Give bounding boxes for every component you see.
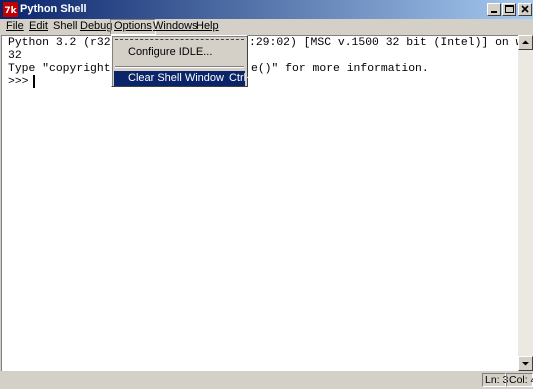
menu-shell[interactable]: Shell — [50, 19, 80, 35]
console-banner-line: Python 3.2 (r32: — [8, 37, 118, 49]
menu-bar: File Edit Shell Debug Options Windows He… — [0, 19, 533, 35]
menu-help-label: Help — [196, 20, 219, 32]
menu-separator — [115, 66, 244, 68]
console-prompt: >>> — [8, 76, 36, 88]
scroll-up-button[interactable] — [518, 35, 533, 50]
close-button[interactable] — [518, 3, 532, 16]
menu-file-label: File — [6, 20, 24, 32]
status-line-number: Ln: 3 — [482, 373, 508, 387]
vertical-scrollbar[interactable] — [518, 35, 533, 371]
clear-shell-label: Clear Shell Window — [128, 72, 224, 84]
maximize-icon — [505, 5, 514, 13]
title-bar[interactable]: 7k Python Shell — [0, 0, 533, 19]
console-help-line: Type "copyright" — [8, 63, 118, 75]
status-bar: Ln: 3 Col: 4 — [0, 371, 533, 389]
menu-file[interactable]: File — [3, 19, 27, 35]
arrow-down-icon — [522, 362, 529, 366]
options-dropdown-menu: Configure IDLE... Clear Shell Window Ctrl… — [111, 35, 263, 87]
window-title: Python Shell — [20, 3, 87, 15]
status-column-number: Col: 4 — [506, 373, 533, 387]
menu-item-configure-idle[interactable]: Configure IDLE... — [114, 45, 245, 60]
minimize-icon — [491, 11, 497, 13]
menu-edit[interactable]: Edit — [26, 19, 51, 35]
menu-item-clear-shell-window[interactable]: Clear Shell Window Ctrl+W — [114, 71, 263, 86]
configure-idle-label: Configure IDLE... — [128, 46, 213, 58]
scroll-down-button[interactable] — [518, 356, 533, 371]
text-cursor — [33, 75, 35, 88]
console-help-line-end: e()" for more information. — [251, 63, 429, 75]
close-icon — [521, 5, 529, 13]
shell-text-area[interactable]: Python 3.2 (r32: :29:02) [MSC v.1500 32 … — [1, 35, 533, 371]
maximize-button[interactable] — [502, 3, 516, 16]
menu-shell-label: Shell — [53, 20, 78, 32]
console-banner-line-end: :29:02) [MSC v.1500 32 bit (Intel)] on w… — [249, 37, 533, 49]
menu-tearoff-line[interactable] — [115, 39, 244, 40]
python-shell-window: 7k Python Shell File Edit Shell Debug Op… — [0, 0, 533, 389]
arrow-up-icon — [522, 40, 529, 44]
clear-shell-shortcut: Ctrl+W — [228, 72, 263, 84]
idle-python-icon[interactable]: 7k — [3, 2, 18, 17]
minimize-button[interactable] — [487, 3, 501, 16]
menu-debug-label: Debug — [80, 20, 113, 32]
menu-options-label: Options — [114, 20, 152, 32]
menu-edit-label: Edit — [29, 20, 48, 32]
svg-text:7k: 7k — [4, 6, 17, 16]
menu-help[interactable]: Help — [193, 19, 222, 35]
console-banner-wrap: 32 — [8, 50, 22, 62]
menu-windows-label: Windows — [153, 20, 198, 32]
